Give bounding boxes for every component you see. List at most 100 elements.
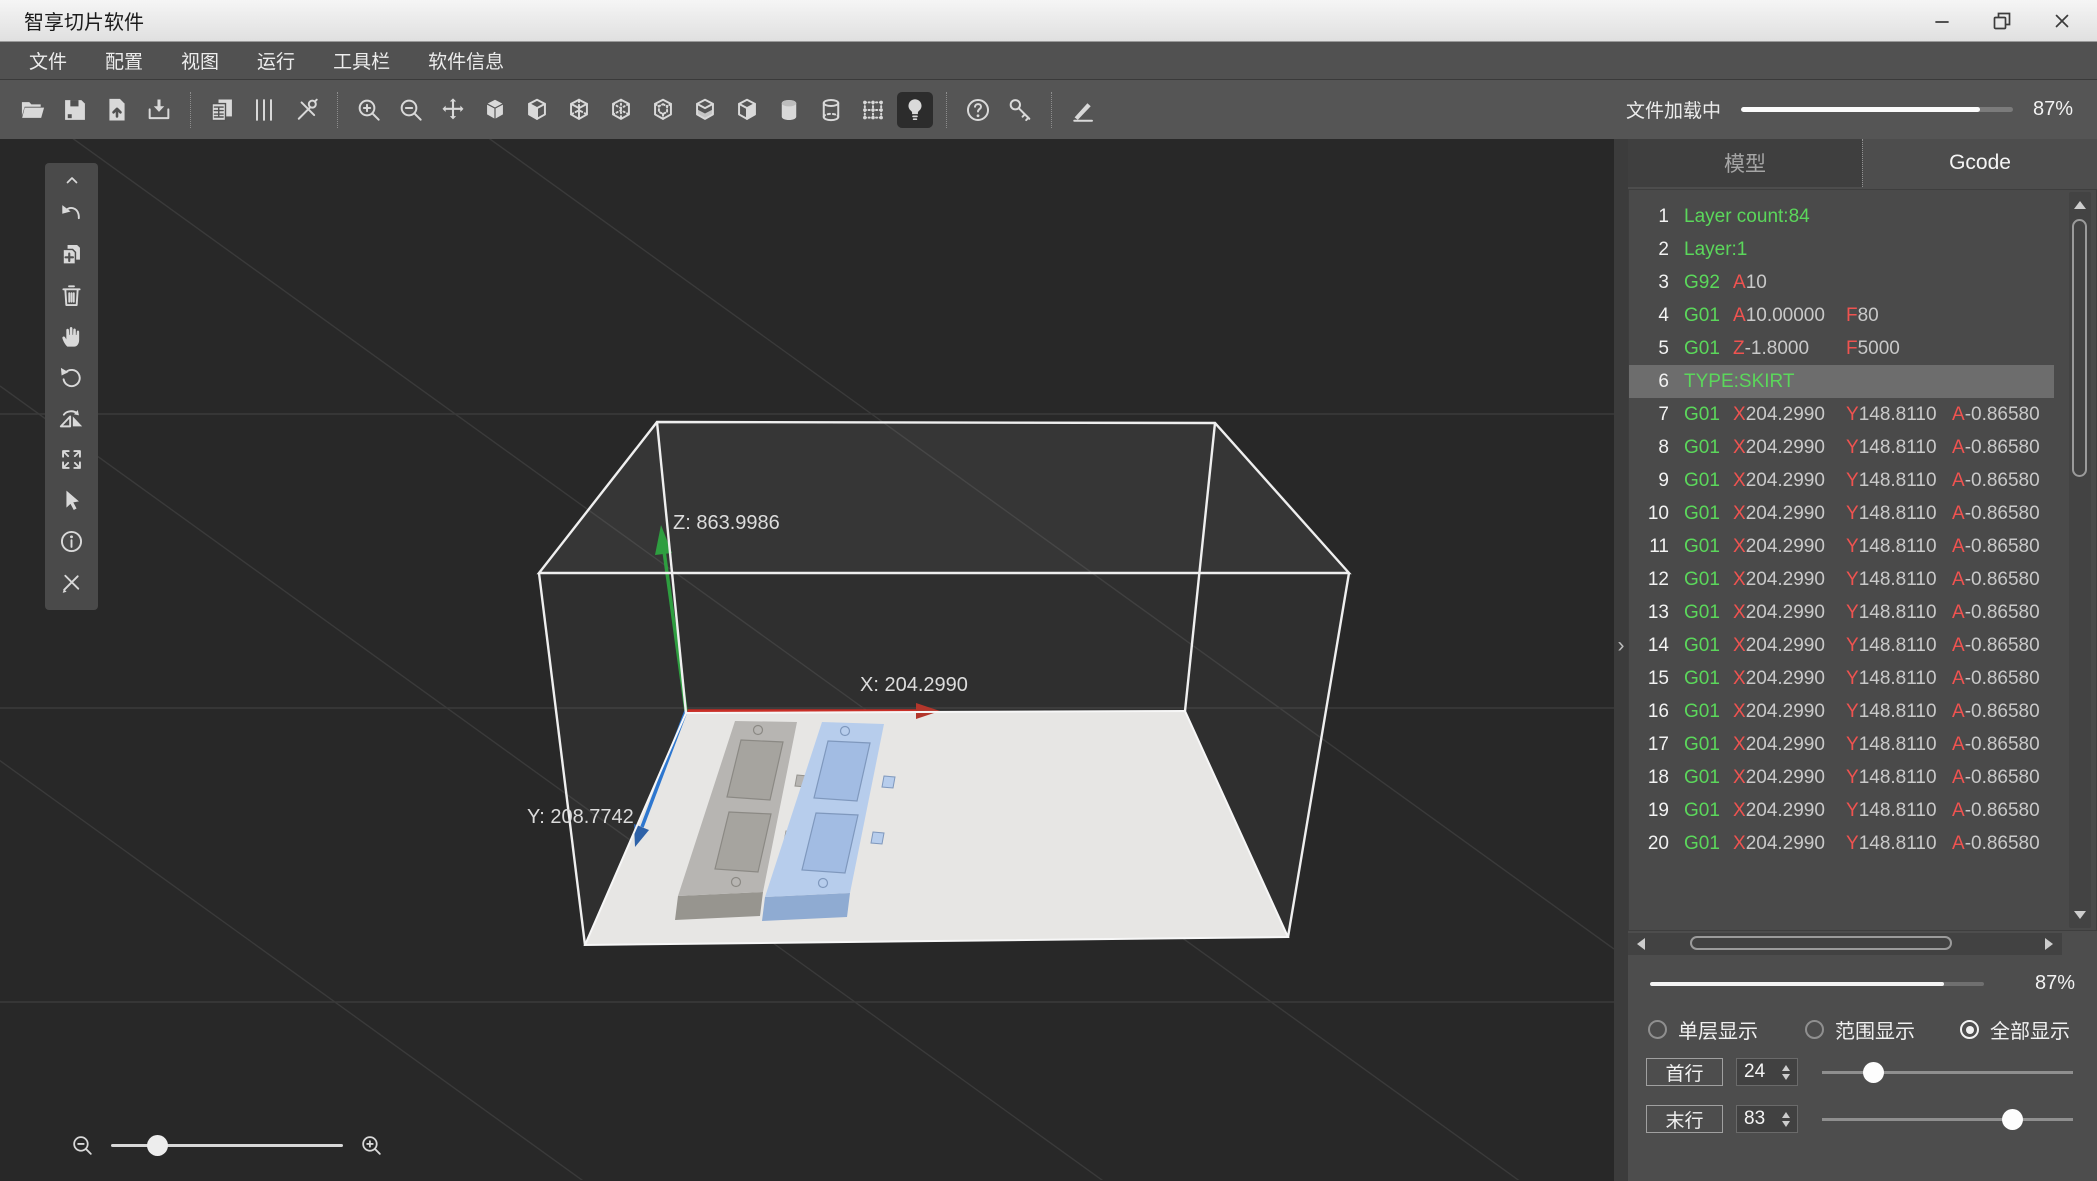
select-cursor-button[interactable] <box>52 483 92 518</box>
radio-range-display[interactable]: 范围显示 <box>1805 1015 1915 1044</box>
radio-circle-icon[interactable] <box>1960 1020 1979 1039</box>
calibrate-pen-button[interactable] <box>1065 92 1101 128</box>
scroll-up-button[interactable] <box>2069 194 2091 216</box>
view-cylinder-wireframe-button[interactable] <box>813 92 849 128</box>
radio-single-layer[interactable]: 单层显示 <box>1648 1015 1758 1044</box>
undo-button[interactable] <box>52 196 92 231</box>
restore-button[interactable] <box>1991 10 2013 32</box>
radio-all-display[interactable]: 全部显示 <box>1960 1015 2070 1044</box>
menu-config[interactable]: 配置 <box>86 47 162 74</box>
zoom-in-magnifier-icon[interactable] <box>359 1133 384 1158</box>
calibrate-pen-icon <box>1069 96 1097 124</box>
gcode-line[interactable]: 7G01X204.2990Y148.8110A-0.86580 <box>1629 398 2054 431</box>
gcode-line[interactable]: 14G01X204.2990Y148.8110A-0.86580 <box>1629 629 2054 662</box>
view-cube-open-button[interactable] <box>687 92 723 128</box>
menu-view[interactable]: 视图 <box>162 47 238 74</box>
tools-wrench-button[interactable] <box>288 92 324 128</box>
measure-tools-button[interactable] <box>52 565 92 600</box>
first-line-button[interactable]: 首行 <box>1646 1058 1723 1086</box>
menu-about[interactable]: 软件信息 <box>409 47 523 74</box>
view-cube-solid-button[interactable] <box>477 92 513 128</box>
gcode-progress-bar[interactable] <box>1650 982 1984 986</box>
last-line-button[interactable]: 末行 <box>1646 1105 1723 1133</box>
export-file-button[interactable] <box>141 92 177 128</box>
zoom-out-button[interactable] <box>393 92 429 128</box>
scroll-down-button[interactable] <box>2069 904 2091 926</box>
gcode-line[interactable]: 4G01A10.00000F80 <box>1629 299 2054 332</box>
view-cube-xray-button[interactable] <box>645 92 681 128</box>
gcode-line[interactable]: 8G01X204.2990Y148.8110A-0.86580 <box>1629 431 2054 464</box>
gcode-line[interactable]: 17G01X204.2990Y148.8110A-0.86580 <box>1629 728 2054 761</box>
gcode-line[interactable]: 15G01X204.2990Y148.8110A-0.86580 <box>1629 662 2054 695</box>
viewport-3d[interactable]: Z: 863.9986 X: 204.2990 Y: 208.7742 <box>0 139 1614 1180</box>
view-cube-face-button[interactable] <box>519 92 555 128</box>
viewport-zoom-thumb[interactable] <box>147 1135 168 1156</box>
mirror-scale-button[interactable] <box>52 401 92 436</box>
minimize-button[interactable] <box>1931 10 1953 32</box>
first-line-spinner[interactable]: 24 <box>1736 1058 1798 1086</box>
vscroll-thumb[interactable] <box>2072 219 2087 477</box>
zoom-out-magnifier-icon[interactable] <box>70 1133 95 1158</box>
help-button[interactable] <box>960 92 996 128</box>
gcode-line[interactable]: 1Layer count:84 <box>1629 200 2054 233</box>
first-line-slider-thumb[interactable] <box>1863 1062 1884 1083</box>
view-cube-hidden-button[interactable] <box>603 92 639 128</box>
panel-collapse-strip[interactable]: › <box>1614 139 1628 1181</box>
scroll-right-button[interactable] <box>2038 933 2060 955</box>
gcode-line[interactable]: 9G01X204.2990Y148.8110A-0.86580 <box>1629 464 2054 497</box>
view-cube-wireframe-button[interactable] <box>561 92 597 128</box>
parameter-sliders-button[interactable] <box>246 92 282 128</box>
copy-settings-button[interactable] <box>204 92 240 128</box>
viewport-zoom-slider[interactable] <box>111 1144 343 1147</box>
gcode-line[interactable]: 18G01X204.2990Y148.8110A-0.86580 <box>1629 761 2054 794</box>
gcode-line[interactable]: 11G01X204.2990Y148.8110A-0.86580 <box>1629 530 2054 563</box>
move-button[interactable] <box>435 92 471 128</box>
tab-model[interactable]: 模型 <box>1628 139 1862 187</box>
panel-collapse-chevron-icon[interactable]: › <box>1614 634 1628 658</box>
radio-circle-icon[interactable] <box>1648 1020 1667 1039</box>
last-line-slider[interactable] <box>1822 1105 2079 1133</box>
close-button[interactable] <box>2051 10 2073 32</box>
view-lattice-points-button[interactable] <box>855 92 891 128</box>
license-key-button[interactable] <box>1002 92 1038 128</box>
spinner-arrows-icon[interactable] <box>1782 1112 1790 1127</box>
model-info-button[interactable] <box>52 524 92 559</box>
gcode-line[interactable]: 10G01X204.2990Y148.8110A-0.86580 <box>1629 497 2054 530</box>
gcode-hscrollbar[interactable] <box>1628 933 2062 955</box>
rotate-button[interactable] <box>52 360 92 395</box>
last-line-slider-thumb[interactable] <box>2002 1109 2023 1130</box>
radio-circle-icon[interactable] <box>1805 1020 1824 1039</box>
menu-toolbar[interactable]: 工具栏 <box>314 47 409 74</box>
light-toggle-button[interactable] <box>897 92 933 128</box>
gcode-list[interactable]: 1Layer count:842Layer:13G92A104G01A10.00… <box>1628 189 2097 931</box>
hscroll-thumb[interactable] <box>1690 936 1952 950</box>
zoom-in-button[interactable] <box>351 92 387 128</box>
gcode-line[interactable]: 6TYPE:SKIRT <box>1629 365 2054 398</box>
tab-gcode[interactable]: Gcode <box>1863 139 2097 187</box>
gcode-line[interactable]: 2Layer:1 <box>1629 233 2054 266</box>
gcode-vscrollbar[interactable] <box>2069 192 2091 928</box>
gcode-line[interactable]: 19G01X204.2990Y148.8110A-0.86580 <box>1629 794 2054 827</box>
gcode-line[interactable]: 20G01X204.2990Y148.8110A-0.86580 <box>1629 827 2054 860</box>
view-cylinder-solid-button[interactable] <box>771 92 807 128</box>
delete-button[interactable] <box>52 278 92 313</box>
open-file-button[interactable] <box>15 92 51 128</box>
gcode-line[interactable]: 16G01X204.2990Y148.8110A-0.86580 <box>1629 695 2054 728</box>
duplicate-button[interactable] <box>52 237 92 272</box>
spinner-arrows-icon[interactable] <box>1782 1065 1790 1080</box>
gcode-line[interactable]: 12G01X204.2990Y148.8110A-0.86580 <box>1629 563 2054 596</box>
import-file-button[interactable] <box>99 92 135 128</box>
fit-view-button[interactable] <box>52 442 92 477</box>
scroll-left-button[interactable] <box>1630 933 1652 955</box>
menu-file[interactable]: 文件 <box>10 47 86 74</box>
gcode-line[interactable]: 3G92A10 <box>1629 266 2054 299</box>
gcode-line[interactable]: 13G01X204.2990Y148.8110A-0.86580 <box>1629 596 2054 629</box>
pan-hand-button[interactable] <box>52 319 92 354</box>
view-cube-half-button[interactable] <box>729 92 765 128</box>
first-line-slider[interactable] <box>1822 1058 2079 1086</box>
gcode-line[interactable]: 5G01Z-1.8000F5000 <box>1629 332 2054 365</box>
save-file-button[interactable] <box>57 92 93 128</box>
collapse-toolbar-button[interactable] <box>52 168 92 190</box>
menu-run[interactable]: 运行 <box>238 47 314 74</box>
last-line-spinner[interactable]: 83 <box>1736 1105 1798 1133</box>
